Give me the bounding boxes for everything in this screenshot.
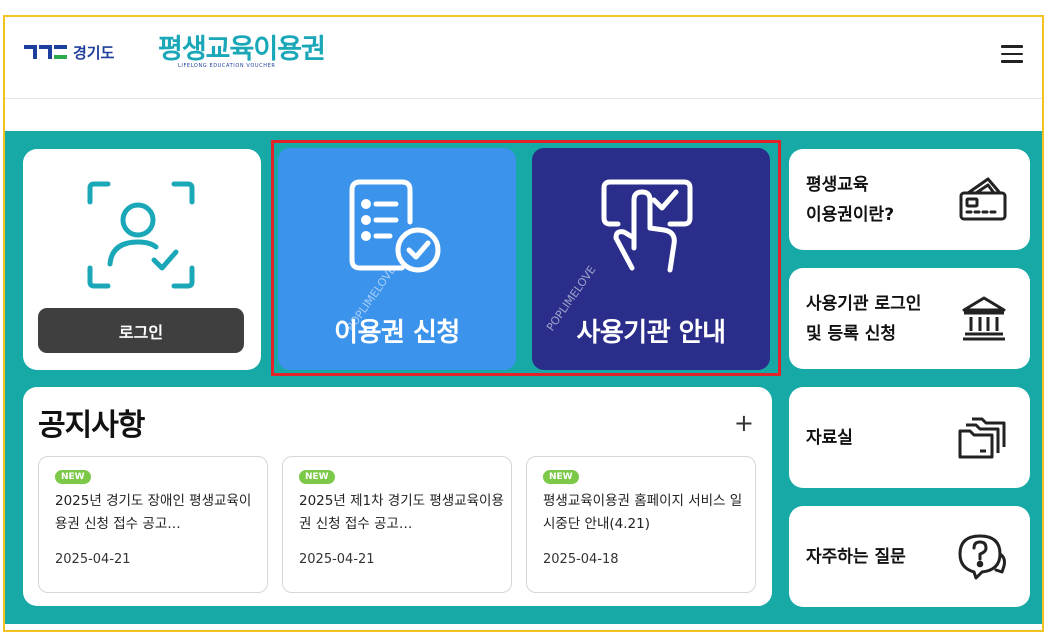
new-badge: NEW [55,470,91,484]
side-card-institution-login[interactable]: 사용기관 로그인 및 등록 신청 [789,268,1030,369]
voucher-logo-title: 평생교육이용권 [158,34,326,65]
notice-item-date: 2025-04-21 [55,552,131,567]
side-card-archive[interactable]: 자료실 [789,387,1030,488]
gyeonggi-logo-text: 경기도 [73,43,115,62]
notice-item-date: 2025-04-18 [543,552,619,567]
notice-item[interactable]: NEW 2025년 제1차 경기도 평생교육이용권 신청 접수 공고… 2025… [282,456,512,593]
site-header: 경기도 평생교육이용권 LIFELONG EDUCATION VOUCHER [5,17,1042,99]
notice-board: 공지사항 + NEW 2025년 경기도 장애인 평생교육이용권 신청 접수 공… [23,387,772,606]
notice-title: 공지사항 [38,408,145,443]
voucher-card-icon [959,177,1007,221]
side-card-label: 사용기관 로그인 및 등록 신청 [806,293,922,344]
new-badge: NEW [299,470,335,484]
folders-icon [958,417,1006,459]
voucher-apply-tile[interactable]: 이용권 신청 POPLIMELOVE [278,148,516,370]
notice-item-text: 2025년 제1차 경기도 평생교육이용권 신청 접수 공고… [299,493,504,532]
institution-building-icon [962,296,1006,341]
touch-check-icon [601,179,693,273]
side-card-voucher-info[interactable]: 평생교육 이용권이란? [789,149,1030,250]
gyeonggi-mark-icon [24,45,67,59]
notice-item-text: 2025년 경기도 장애인 평생교육이용권 신청 접수 공고… [55,493,252,532]
document-check-icon [349,179,441,273]
new-badge: NEW [543,470,579,484]
side-card-label: 자주하는 질문 [806,546,906,567]
institution-guide-tile[interactable]: 사용기관 안내 POPLIMELOVE [532,148,770,370]
hamburger-menu-icon[interactable] [1001,45,1023,63]
notice-more-icon[interactable]: + [734,409,754,437]
face-scan-check-icon [87,181,195,289]
login-card: 로그인 [23,149,261,370]
notice-item[interactable]: NEW 2025년 경기도 장애인 평생교육이용권 신청 접수 공고… 2025… [38,456,268,593]
side-card-label: 자료실 [806,427,853,448]
notice-item-text: 평생교육이용권 홈페이지 서비스 일시중단 안내(4.21) [543,493,743,532]
side-card-label: 평생교육 이용권이란? [806,174,895,225]
gyeonggi-logo[interactable]: 경기도 [24,40,114,64]
notice-item[interactable]: NEW 평생교육이용권 홈페이지 서비스 일시중단 안내(4.21) 2025-… [526,456,756,593]
voucher-logo[interactable]: 평생교육이용권 LIFELONG EDUCATION VOUCHER [158,34,326,70]
institution-guide-label: 사용기관 안내 [576,318,726,348]
login-button[interactable]: 로그인 [38,308,244,353]
voucher-apply-label: 이용권 신청 [334,318,460,348]
notice-item-date: 2025-04-21 [299,552,375,567]
side-card-faq[interactable]: 자주하는 질문 [789,506,1030,607]
question-chat-icon [958,534,1006,580]
